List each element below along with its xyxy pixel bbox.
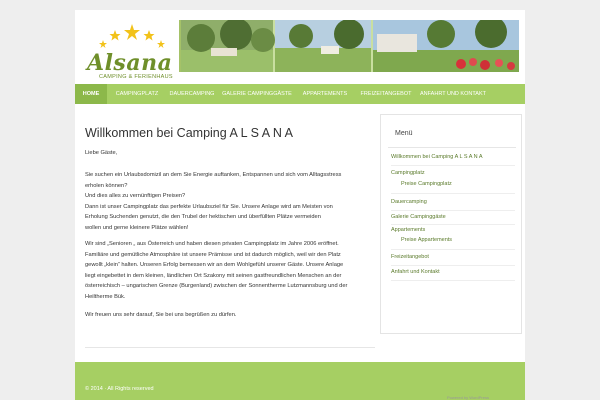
text-line: Erholung Suchenden genutzt, die den Trub… <box>85 214 321 220</box>
footer-copyright: © 2014 · All Rights reserved <box>85 386 154 392</box>
text-line: Dann ist unser Campingplatz das perfekte… <box>85 203 333 210</box>
site-header: Alsana CAMPING & FERIENHAUS <box>75 10 525 84</box>
text-line: Heiltherme Bük. <box>85 293 126 300</box>
text-line: liegt eingebettet in dem kleinen, ländli… <box>85 272 342 279</box>
sidebar-separator <box>391 224 515 225</box>
nav-item-galerie[interactable]: Galerie Campinggäste <box>221 84 293 104</box>
greeting-line: Liebe Gäste, <box>85 150 118 156</box>
sidebar-menu-widget: Menü Willkommen bei Camping A L S A N A … <box>380 114 522 334</box>
sidebar-item-willkommen[interactable]: Willkommen bei Camping A L S A N A <box>391 154 483 160</box>
page-container: Alsana CAMPING & FERIENHAUS HOME CAMPING… <box>75 10 525 400</box>
text-line: Wir sind „Senioren „ aus Österreich und … <box>85 241 339 247</box>
sidebar-item-anfahrt[interactable]: Anfahrt und Kontakt <box>391 269 440 275</box>
sidebar-item-campingplatz[interactable]: Campingplatz <box>391 170 425 176</box>
nav-item-anfahrt-kontakt[interactable]: Anfahrt und Kontakt <box>417 84 489 104</box>
sidebar-item-dauercamping[interactable]: Dauercamping <box>391 199 427 205</box>
intro-paragraph: Sie suchen ein Urlaubsdomizil an dem Sie… <box>85 170 375 233</box>
logo-text: Alsana <box>87 50 173 76</box>
text-line: Familiäre und gemütliche Atmosphäre ist … <box>85 251 341 258</box>
site-logo[interactable]: Alsana CAMPING & FERIENHAUS <box>83 22 179 82</box>
stars-icon <box>99 24 165 48</box>
nav-item-dauercamping[interactable]: Dauercamping <box>166 84 218 104</box>
text-line: erholen können? <box>85 182 128 189</box>
text-line: Sie suchen ein Urlaubsdomizil an dem Sie… <box>85 172 342 178</box>
sidebar-separator <box>391 210 515 211</box>
sidebar-divider <box>388 147 516 148</box>
sidebar-separator <box>391 280 515 281</box>
nav-item-campingplatz[interactable]: Campingplatz <box>108 84 166 104</box>
text-line: österreichisch – ungarischen Grenze (Bur… <box>85 283 348 289</box>
about-paragraph: Wir sind „Senioren „ aus Österreich und … <box>85 239 375 302</box>
text-line: Und dies alles zu vernünftigen Preisen? <box>85 193 186 199</box>
closing-paragraph: Wir freuen uns sehr darauf, Sie bei uns … <box>85 310 375 321</box>
page-title: Willkommen bei Camping A L S A N A <box>85 126 293 140</box>
content-divider <box>85 347 375 348</box>
header-banner-photos <box>179 20 519 72</box>
sidebar-title: Menü <box>395 130 413 137</box>
sidebar-separator <box>391 265 515 266</box>
nav-item-freizeitangebot[interactable]: Freizeitangebot <box>357 84 415 104</box>
nav-item-appartements[interactable]: Appartements <box>297 84 353 104</box>
text-line: gewollt „klein“ halten. Unseren Erfolg b… <box>85 262 344 268</box>
sidebar-item-preise-appartements[interactable]: Preise Appartements <box>401 237 452 243</box>
footer-credit[interactable]: Powered by WordPress <box>447 395 489 400</box>
closing-line: Wir freuen uns sehr darauf, Sie bei uns … <box>85 312 237 318</box>
text-line: wollen und gerne kleinere Plätze wählen! <box>85 224 189 231</box>
sidebar-separator <box>391 193 515 194</box>
sidebar-item-appartements[interactable]: Appartements <box>391 227 425 233</box>
nav-item-home[interactable]: Home <box>75 84 107 104</box>
main-navigation: Home Campingplatz Dauercamping Galerie C… <box>75 84 525 104</box>
sidebar-item-preise-campingplatz[interactable]: Preise Campingplatz <box>401 181 452 187</box>
greeting-text: Liebe Gäste, <box>85 148 375 159</box>
sidebar-separator <box>391 249 515 250</box>
sidebar-separator <box>391 165 515 166</box>
logo-tagline: CAMPING & FERIENHAUS <box>99 74 173 80</box>
sidebar-item-freizeitangebot[interactable]: Freizeitangebot <box>391 254 429 260</box>
sidebar-item-galerie[interactable]: Galerie Campinggäste <box>391 214 446 220</box>
